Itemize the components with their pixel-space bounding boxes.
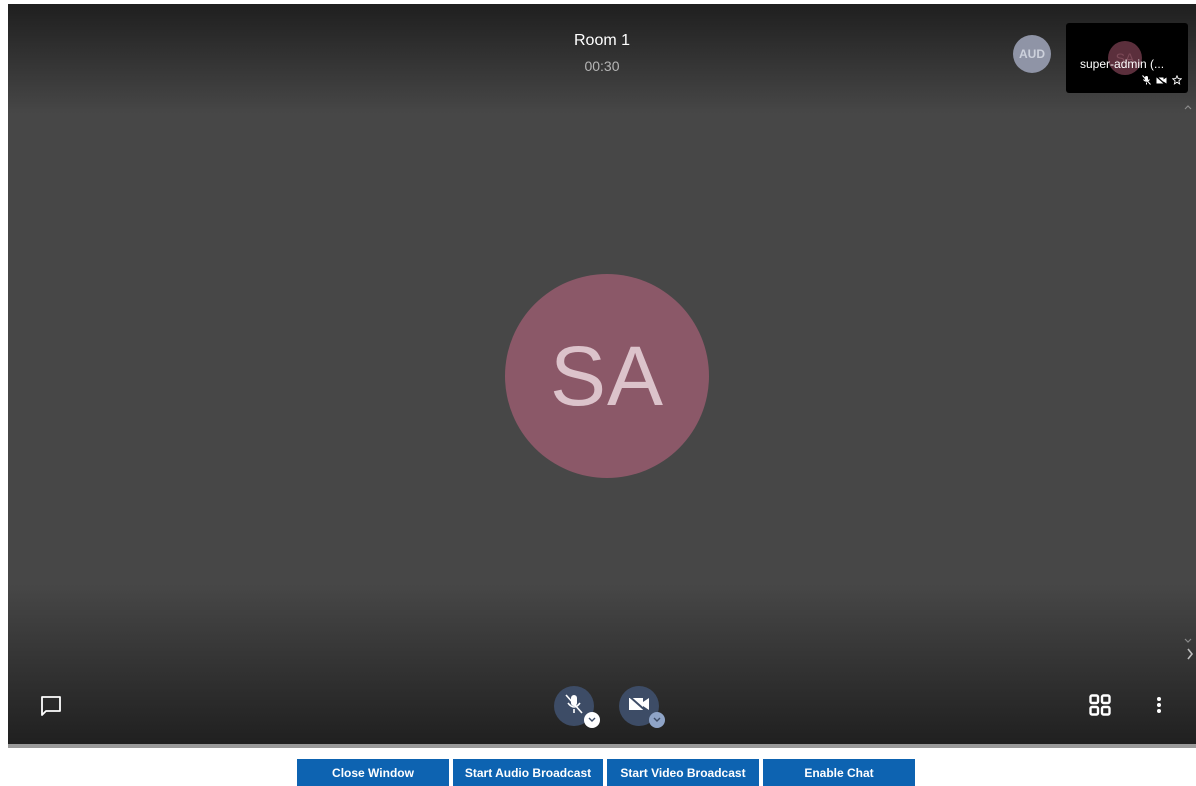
video-off-icon bbox=[628, 694, 650, 718]
broadcast-toolbar: Close Window Start Audio Broadcast Start… bbox=[297, 759, 915, 786]
mic-off-icon bbox=[564, 693, 584, 720]
close-window-button[interactable]: Close Window bbox=[297, 759, 449, 786]
chevron-right-icon[interactable] bbox=[1184, 646, 1196, 662]
scroll-up-icon[interactable] bbox=[1180, 100, 1196, 114]
enable-chat-button[interactable]: Enable Chat bbox=[763, 759, 915, 786]
more-vertical-icon[interactable] bbox=[1150, 693, 1168, 717]
video-toggle-button[interactable] bbox=[619, 686, 665, 728]
star-icon bbox=[1172, 75, 1182, 85]
main-speaker-avatar: SA bbox=[505, 274, 709, 478]
chat-bubble-icon[interactable] bbox=[38, 693, 64, 719]
audience-avatar[interactable]: AUD bbox=[1013, 35, 1051, 73]
participant-tile-icons bbox=[1142, 75, 1182, 85]
tile-scrollbar[interactable] bbox=[1180, 100, 1196, 648]
mic-off-icon bbox=[1142, 75, 1151, 85]
participant-tile-name: super-admin (... bbox=[1080, 57, 1165, 71]
participant-tile[interactable]: SA super-admin (... bbox=[1066, 23, 1188, 93]
stage-divider bbox=[8, 744, 1196, 748]
grid-layout-icon[interactable] bbox=[1088, 693, 1112, 717]
start-audio-broadcast-button[interactable]: Start Audio Broadcast bbox=[453, 759, 603, 786]
video-off-icon bbox=[1156, 75, 1167, 85]
mic-toggle-button[interactable] bbox=[554, 686, 600, 728]
start-video-broadcast-button[interactable]: Start Video Broadcast bbox=[607, 759, 759, 786]
mic-options-chevron-icon[interactable] bbox=[584, 712, 600, 728]
video-options-chevron-icon[interactable] bbox=[649, 712, 665, 728]
video-stage: Room 1 00:30 AUD SA super-admin (... SA bbox=[8, 4, 1196, 748]
